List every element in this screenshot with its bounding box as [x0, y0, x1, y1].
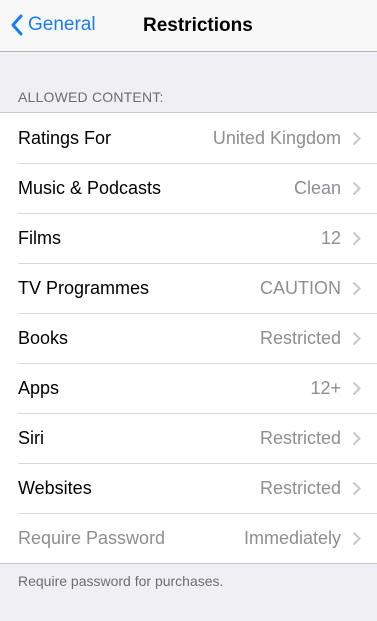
- row-apps[interactable]: Apps 12+: [0, 363, 377, 413]
- back-button[interactable]: General: [10, 10, 96, 40]
- row-value: Clean: [293, 177, 341, 198]
- chevron-right-icon: [352, 531, 361, 545]
- footer-note: Require password for purchases.: [18, 573, 224, 589]
- restrictions-list: Ratings For United Kingdom Music & Podca…: [0, 112, 377, 564]
- chevron-right-icon: [352, 331, 361, 345]
- navigation-bar: General Restrictions: [0, 0, 377, 52]
- row-label: Films: [18, 227, 61, 248]
- chevron-left-icon: [11, 14, 23, 36]
- back-button-label: General: [28, 14, 96, 35]
- row-label: Siri: [18, 427, 44, 448]
- row-websites[interactable]: Websites Restricted: [0, 463, 377, 513]
- row-label: Apps: [18, 377, 60, 398]
- row-siri[interactable]: Siri Restricted: [0, 413, 377, 463]
- row-tv-programmes[interactable]: TV Programmes CAUTION: [0, 263, 377, 313]
- row-ratings-for[interactable]: Ratings For United Kingdom: [0, 113, 377, 163]
- row-label: Music & Podcasts: [18, 177, 162, 198]
- chevron-right-icon: [352, 181, 361, 195]
- row-films[interactable]: Films 12: [0, 213, 377, 263]
- row-value: Restricted: [259, 477, 341, 498]
- chevron-right-icon: [352, 381, 361, 395]
- row-music-podcasts[interactable]: Music & Podcasts Clean: [0, 163, 377, 213]
- row-require-password[interactable]: Require Password Immediately: [0, 513, 377, 563]
- row-label: Require Password: [18, 527, 166, 548]
- row-label: Ratings For: [18, 127, 112, 148]
- chevron-right-icon: [352, 231, 361, 245]
- chevron-right-icon: [352, 131, 361, 145]
- page-title: Restrictions: [143, 15, 253, 36]
- row-value: Immediately: [243, 527, 341, 548]
- restrictions-screen: General Restrictions ALLOWED CONTENT: Ra…: [0, 0, 377, 621]
- row-value: CAUTION: [260, 277, 341, 298]
- row-value: 12: [320, 227, 341, 248]
- section-header: ALLOWED CONTENT:: [18, 89, 164, 105]
- row-label: TV Programmes: [18, 277, 150, 298]
- row-books[interactable]: Books Restricted: [0, 313, 377, 363]
- chevron-right-icon: [352, 431, 361, 445]
- chevron-right-icon: [352, 481, 361, 495]
- row-value: Restricted: [259, 327, 341, 348]
- row-label: Websites: [18, 477, 92, 498]
- row-value: 12+: [310, 377, 341, 398]
- row-value: Restricted: [259, 427, 341, 448]
- chevron-right-icon: [352, 281, 361, 295]
- row-value: United Kingdom: [212, 127, 341, 148]
- row-label: Books: [18, 327, 69, 348]
